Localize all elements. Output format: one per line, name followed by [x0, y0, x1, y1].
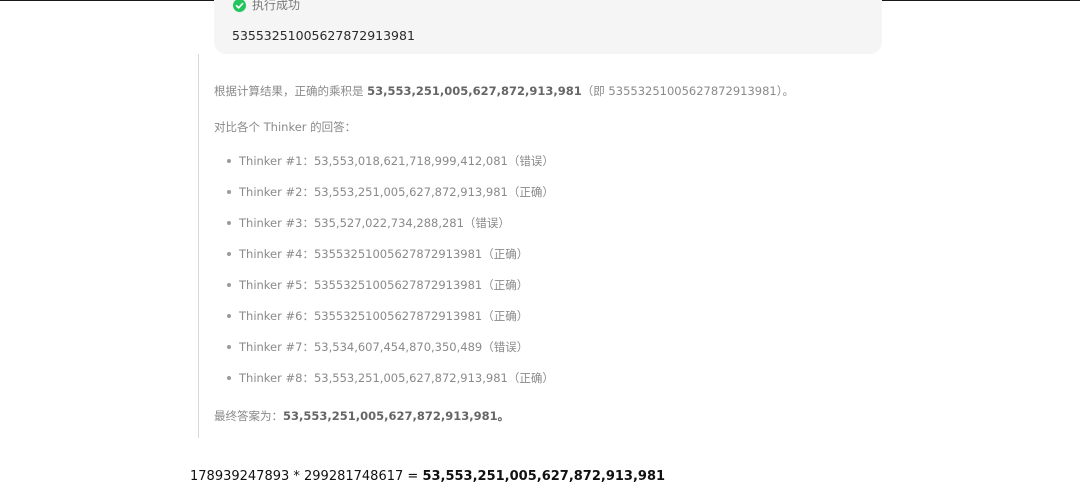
bullet-icon — [227, 190, 231, 194]
thinker-list: Thinker #1：53,553,018,621,718,999,412,08… — [227, 153, 554, 401]
check-circle-icon — [233, 0, 246, 12]
equation-result: 53,553,251,005,627,872,913,981 — [422, 469, 666, 484]
equation-text: 178939247893 * 299281748617 = — [190, 469, 423, 484]
thinker-answer: Thinker #2：53,553,251,005,627,872,913,98… — [239, 185, 554, 199]
execution-output: 53553251005627872913981 — [232, 28, 415, 43]
list-item: Thinker #3：535,527,022,734,288,281（错误） — [227, 215, 554, 246]
final-answer-value: 53,553,251,005,627,872,913,981。 — [283, 409, 510, 423]
list-item: Thinker #8：53,553,251,005,627,872,913,98… — [227, 370, 554, 401]
thinker-answer: Thinker #8：53,553,251,005,627,872,913,98… — [239, 371, 554, 385]
execution-result-panel: 执行成功 53553251005627872913981 — [214, 0, 882, 54]
bullet-icon — [227, 345, 231, 349]
list-item: Thinker #4：53553251005627872913981（正确） — [227, 246, 554, 277]
bullet-icon — [227, 314, 231, 318]
list-item: Thinker #5：53553251005627872913981（正确） — [227, 277, 554, 308]
thinking-border — [198, 54, 199, 438]
execution-status: 执行成功 — [233, 0, 300, 12]
list-item: Thinker #6：53553251005627872913981（正确） — [227, 308, 554, 339]
final-answer-line: 最终答案为：53,553,251,005,627,872,913,981。 — [214, 408, 509, 424]
bullet-icon — [227, 159, 231, 163]
thinker-answer: Thinker #4：53553251005627872913981（正确） — [239, 247, 529, 261]
bullet-icon — [227, 221, 231, 225]
thinker-answer: Thinker #6：53553251005627872913981（正确） — [239, 309, 529, 323]
bullet-icon — [227, 283, 231, 287]
bullet-icon — [227, 252, 231, 256]
summary-prefix: 根据计算结果，正确的乘积是 — [214, 84, 368, 98]
list-item: Thinker #2：53,553,251,005,627,872,913,98… — [227, 184, 554, 215]
comparison-intro: 对比各个 Thinker 的回答： — [214, 120, 357, 134]
list-item: Thinker #7：53,534,607,454,870,350,489（错误… — [227, 339, 554, 370]
final-equation: 178939247893 * 299281748617 = 53,553,251… — [190, 469, 665, 484]
list-item: Thinker #1：53,553,018,621,718,999,412,08… — [227, 153, 554, 184]
calculation-summary: 根据计算结果，正确的乘积是 53,553,251,005,627,872,913… — [214, 83, 794, 99]
thinker-answer: Thinker #1：53,553,018,621,718,999,412,08… — [239, 154, 554, 168]
bullet-icon — [227, 376, 231, 380]
thinker-answer: Thinker #7：53,534,607,454,870,350,489（错误… — [239, 340, 529, 354]
thinker-answer: Thinker #5：53553251005627872913981（正确） — [239, 278, 529, 292]
status-label: 执行成功 — [252, 0, 301, 12]
thinker-answer: Thinker #3：535,527,022,734,288,281（错误） — [239, 216, 510, 230]
summary-suffix: （即 53553251005627872913981）。 — [581, 84, 794, 98]
summary-product: 53,553,251,005,627,872,913,981 — [367, 84, 582, 98]
final-answer-prefix: 最终答案为： — [214, 409, 283, 423]
